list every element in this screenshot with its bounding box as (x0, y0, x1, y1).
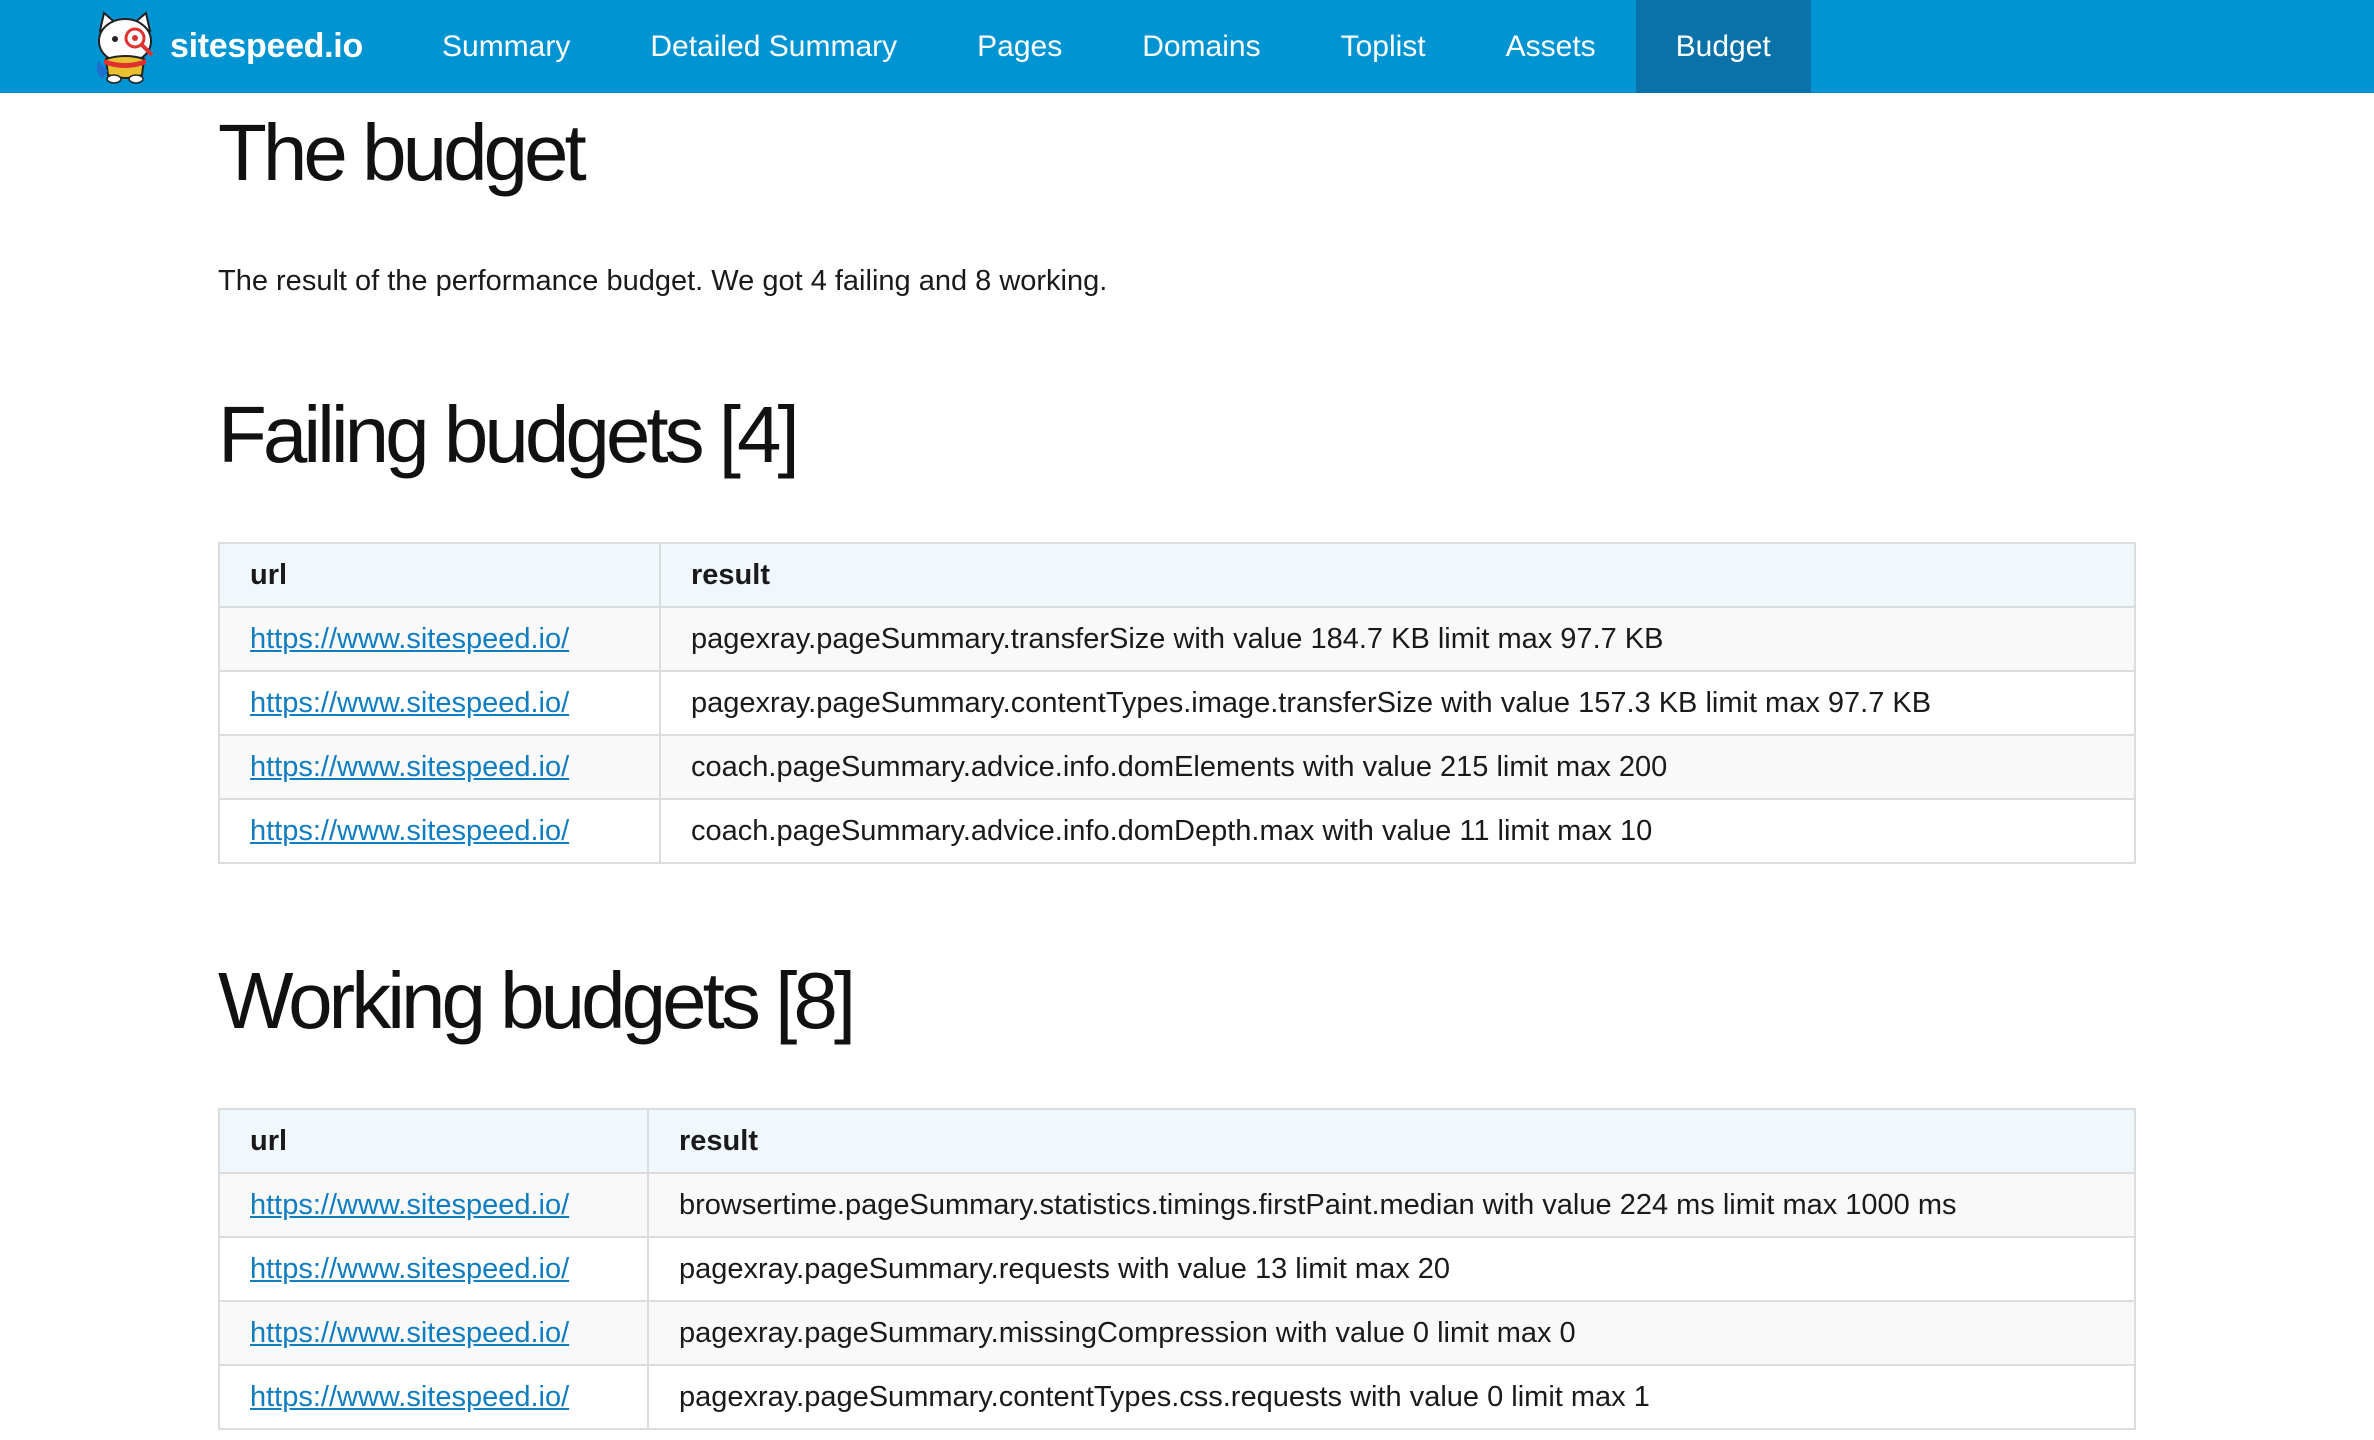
column-header-url[interactable]: url (218, 1108, 649, 1174)
result-cell: coach.pageSummary.advice.info.domElement… (659, 734, 2136, 800)
result-cell: pagexray.pageSummary.contentTypes.css.re… (647, 1364, 2136, 1430)
failing-budgets-table: url result https://www.sitespeed.io/ pag… (218, 542, 2136, 864)
nav-item-toplist[interactable]: Toplist (1301, 0, 1466, 93)
column-header-url[interactable]: url (218, 542, 661, 608)
url-cell: https://www.sitespeed.io/ (218, 1236, 649, 1302)
table-row: https://www.sitespeed.io/ pagexray.pageS… (218, 606, 2136, 672)
page-url-link[interactable]: https://www.sitespeed.io/ (250, 623, 569, 655)
table-row: https://www.sitespeed.io/ coach.pageSumm… (218, 798, 2136, 864)
result-cell: pagexray.pageSummary.requests with value… (647, 1236, 2136, 1302)
nav-item-assets[interactable]: Assets (1466, 0, 1636, 93)
nav-item-summary[interactable]: Summary (402, 0, 610, 93)
nav-item-detailed-summary[interactable]: Detailed Summary (610, 0, 937, 93)
url-cell: https://www.sitespeed.io/ (218, 1172, 649, 1238)
brand-name: sitespeed.io (170, 27, 363, 65)
url-cell: https://www.sitespeed.io/ (218, 798, 661, 864)
page-url-link[interactable]: https://www.sitespeed.io/ (250, 815, 569, 847)
top-navbar: sitespeed.io Summary Detailed Summary Pa… (0, 0, 2374, 93)
result-cell: browsertime.pageSummary.statistics.timin… (647, 1172, 2136, 1238)
nav-item-domains[interactable]: Domains (1102, 0, 1300, 93)
url-cell: https://www.sitespeed.io/ (218, 734, 661, 800)
table-header-row: url result (218, 1108, 2136, 1174)
page-url-link[interactable]: https://www.sitespeed.io/ (250, 1253, 569, 1285)
table-row: https://www.sitespeed.io/ browsertime.pa… (218, 1172, 2136, 1238)
failing-budgets-heading: Failing budgets [4] (218, 390, 800, 479)
column-header-result[interactable]: result (647, 1108, 2136, 1174)
table-header-row: url result (218, 542, 2136, 608)
page-url-link[interactable]: https://www.sitespeed.io/ (250, 751, 569, 783)
working-budgets-heading: Working budgets [8] (218, 956, 856, 1045)
result-cell: pagexray.pageSummary.missingCompression … (647, 1300, 2136, 1366)
table-row: https://www.sitespeed.io/ pagexray.pageS… (218, 1364, 2136, 1430)
page-url-link[interactable]: https://www.sitespeed.io/ (250, 1381, 569, 1413)
table-row: https://www.sitespeed.io/ pagexray.pageS… (218, 670, 2136, 736)
table-row: https://www.sitespeed.io/ coach.pageSumm… (218, 734, 2136, 800)
result-cell: pagexray.pageSummary.contentTypes.image.… (659, 670, 2136, 736)
result-cell: pagexray.pageSummary.transferSize with v… (659, 606, 2136, 672)
page-url-link[interactable]: https://www.sitespeed.io/ (250, 1317, 569, 1349)
brand[interactable]: sitespeed.io (90, 0, 363, 93)
url-cell: https://www.sitespeed.io/ (218, 670, 661, 736)
table-row: https://www.sitespeed.io/ pagexray.pageS… (218, 1300, 2136, 1366)
budget-summary-text: The result of the performance budget. We… (218, 265, 1108, 297)
page-url-link[interactable]: https://www.sitespeed.io/ (250, 687, 569, 719)
result-cell: coach.pageSummary.advice.info.domDepth.m… (659, 798, 2136, 864)
working-budgets-table: url result https://www.sitespeed.io/ bro… (218, 1108, 2136, 1430)
page-title: The budget (218, 108, 587, 197)
sitespeed-mascot-logo-icon (96, 10, 154, 84)
url-cell: https://www.sitespeed.io/ (218, 1364, 649, 1430)
main-nav: Summary Detailed Summary Pages Domains T… (402, 0, 1811, 93)
url-cell: https://www.sitespeed.io/ (218, 606, 661, 672)
column-header-result[interactable]: result (659, 542, 2136, 608)
url-cell: https://www.sitespeed.io/ (218, 1300, 649, 1366)
nav-item-pages[interactable]: Pages (937, 0, 1102, 93)
page-url-link[interactable]: https://www.sitespeed.io/ (250, 1189, 569, 1221)
table-row: https://www.sitespeed.io/ pagexray.pageS… (218, 1236, 2136, 1302)
nav-item-budget[interactable]: Budget (1635, 0, 1811, 93)
